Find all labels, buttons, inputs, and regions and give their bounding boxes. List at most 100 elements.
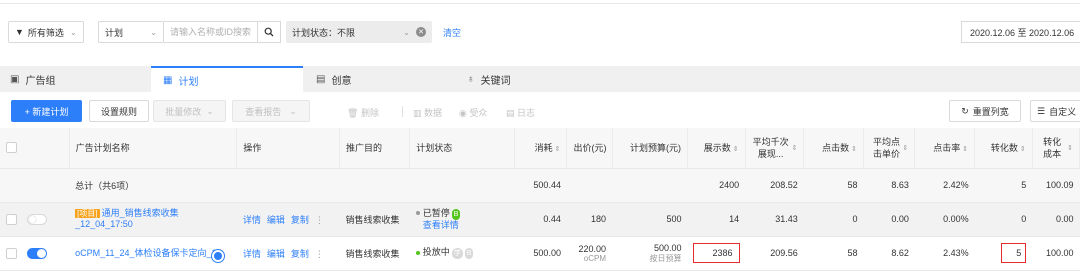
impressions-cell: 14 [687,202,746,237]
copy-link[interactable]: 复制 [291,215,309,225]
sort-icon: ⇕ [1067,145,1073,153]
table-row[interactable]: [项目] 通用_销售线索收集_12_04_17:50 详情 编辑 复制 ⋮ 销售线索收集… [0,202,1080,237]
detail-link[interactable]: 详情 [243,249,261,259]
cpc-cell: 8.62 [863,236,915,271]
detail-link[interactable]: 详情 [243,215,261,225]
plan-select[interactable]: 计划 ⌄ [98,21,164,43]
plan-name[interactable]: oCPM_11_24_体检设备保卡定向_1 [75,248,216,258]
conversions-cell: 0 [974,202,1033,237]
col-cpc-label: 平均点击单价 [872,136,900,159]
tab-label: 计划 [178,76,199,88]
view-detail-link[interactable]: 查看详情 [423,220,459,230]
select-all-checkbox[interactable] [6,142,17,154]
total-conversions: 5 [974,168,1033,203]
close-icon[interactable]: ✕ [416,27,426,37]
log-label: 日志 [517,108,536,118]
row-checkbox[interactable] [6,213,17,225]
log-icon: ▤ [506,108,515,118]
reset-columns-label: 重置列宽 [972,106,1009,117]
table-cell [409,168,515,203]
customize-columns-button[interactable]: ☰ 自定义 [1030,100,1080,122]
col-cpm[interactable]: 平均千次展现...⇕ [745,128,805,169]
total-cpm: 208.52 [745,168,804,203]
batch-edit-button[interactable]: 批量修改 ⌄ [153,100,226,122]
more-icon[interactable]: ⋮ [315,249,324,259]
tab-keywords[interactable]: ♁ 关键词 [467,66,511,92]
plan-name-cell[interactable]: [项目] 通用_销售线索收集_12_04_17:50 [69,202,237,237]
cpm-cell: 209.56 [745,236,804,271]
cpa-cell: 0.00 [1032,202,1080,237]
sort-icon: ⇕ [851,146,858,154]
more-icon[interactable]: ⋮ [315,215,324,225]
reset-columns-button[interactable]: ↻ 重置列宽 [949,100,1021,122]
toolbar: + 新建计划 设置规则 批量修改 ⌄ 查看报告 ⌄ 🗑 删除 ▥ 数据 ◉ 受众… [0,92,1080,128]
col-cpa-label: 转化成本 [1043,136,1062,159]
set-rules-button[interactable]: 设置规则 [89,100,149,122]
table-cell [339,168,410,203]
tab-plan[interactable]: ▦ 计划 [151,66,303,92]
status-dot [415,211,420,216]
select-cell [0,236,70,271]
date-range-picker[interactable]: 2020.12.06 至 2020.12.06 [961,21,1080,43]
status-indicator-icon [212,250,224,262]
copy-link[interactable]: 复制 [291,249,309,259]
cost-cell: 500.00 [514,236,567,271]
new-plan-button[interactable]: + 新建计划 [11,100,82,122]
bid-value: 220.00 [578,243,607,254]
highlight-box: 5 [1001,243,1027,263]
edit-link[interactable]: 编辑 [267,215,285,225]
conversions-cell: 5 [974,236,1033,271]
clear-filters-link[interactable]: 清空 [443,26,461,39]
status-badge: 学 [451,248,463,259]
purpose-cell: 销售线索收集 [339,202,410,237]
tab-creative[interactable]: ▤ 创意 [316,66,351,92]
data-action[interactable]: ▥ 数据 [413,106,442,119]
select-cell [0,202,70,237]
divider [402,106,403,117]
col-ctr[interactable]: 点击率 ⇕ [914,128,976,169]
batch-edit-label: 批量修改 [165,106,202,117]
audience-action[interactable]: ◉ 受众 [459,106,487,119]
status-badge: B [451,208,461,220]
filter-bar: ▼ 所有筛选 ⌄ 计划 ⌄ 计划状态：不限 ⌄ ✕ 清空 2020.12.06 … [0,0,1080,64]
select-all-cell [0,128,70,169]
all-filters-button[interactable]: ▼ 所有筛选 ⌄ [8,21,84,43]
table-cell [0,168,70,203]
log-action[interactable]: ▤ 日志 [506,106,535,119]
col-ctr-label: 点击率 [933,143,961,154]
status-cell: 已暂停 B 查看详情 [409,202,515,237]
tab-ad-group[interactable]: ▣ 广告组 [10,66,55,92]
total-cpa: 100.09 [1032,168,1080,203]
calendar-icon: ▦ [163,74,173,86]
ctr-cell: 2.43% [914,236,975,271]
view-reports-button[interactable]: 查看报告 ⌄ [232,100,310,122]
search-input[interactable] [164,21,258,43]
ops-cell: 详情 编辑 复制 ⋮ [236,236,340,271]
edit-link[interactable]: 编辑 [267,249,285,259]
folder-icon: ▣ [10,73,20,85]
chevron-down-icon: ⌄ [206,105,214,116]
col-cost[interactable]: 消耗 ⇕ [514,128,568,169]
col-clicks[interactable]: 点击数 ⇕ [803,128,865,169]
budget-cell: 500 [612,202,688,237]
chevron-down-icon: ⌄ [289,105,297,116]
row-checkbox[interactable] [6,247,17,259]
status-toggle[interactable] [27,213,47,225]
tab-label: 关键词 [480,75,511,87]
cpc-cell: 0.00 [863,202,915,237]
search-button[interactable] [257,21,281,43]
date-range-value: 2020.12.06 至 2020.12.06 [970,27,1075,38]
bid-cell: 180 [566,202,613,237]
table-row[interactable]: oCPM_11_24_体检设备保卡定向_1 详情 编辑 复制 ⋮ 销售线索收集 投放中… [0,236,1080,271]
bid-cell: 220.00 oCPM [566,236,613,271]
bar-chart-icon: ▥ [413,108,422,118]
status-filter-chip[interactable]: 计划状态：不限 ⌄ ✕ [286,21,432,43]
total-impressions: 2400 [687,168,746,203]
status-toggle[interactable] [27,247,47,259]
col-impressions[interactable]: 展示数 ⇕ [687,128,746,169]
col-cpc[interactable]: 平均点击单价⇕ [863,128,916,169]
bid-type: oCPM [583,253,607,263]
delete-action[interactable]: 🗑 删除 [347,106,379,119]
col-conversions[interactable]: 转化数 ⇕ [974,128,1033,169]
col-cpa[interactable]: 转化成本 ⇕ [1032,128,1080,169]
